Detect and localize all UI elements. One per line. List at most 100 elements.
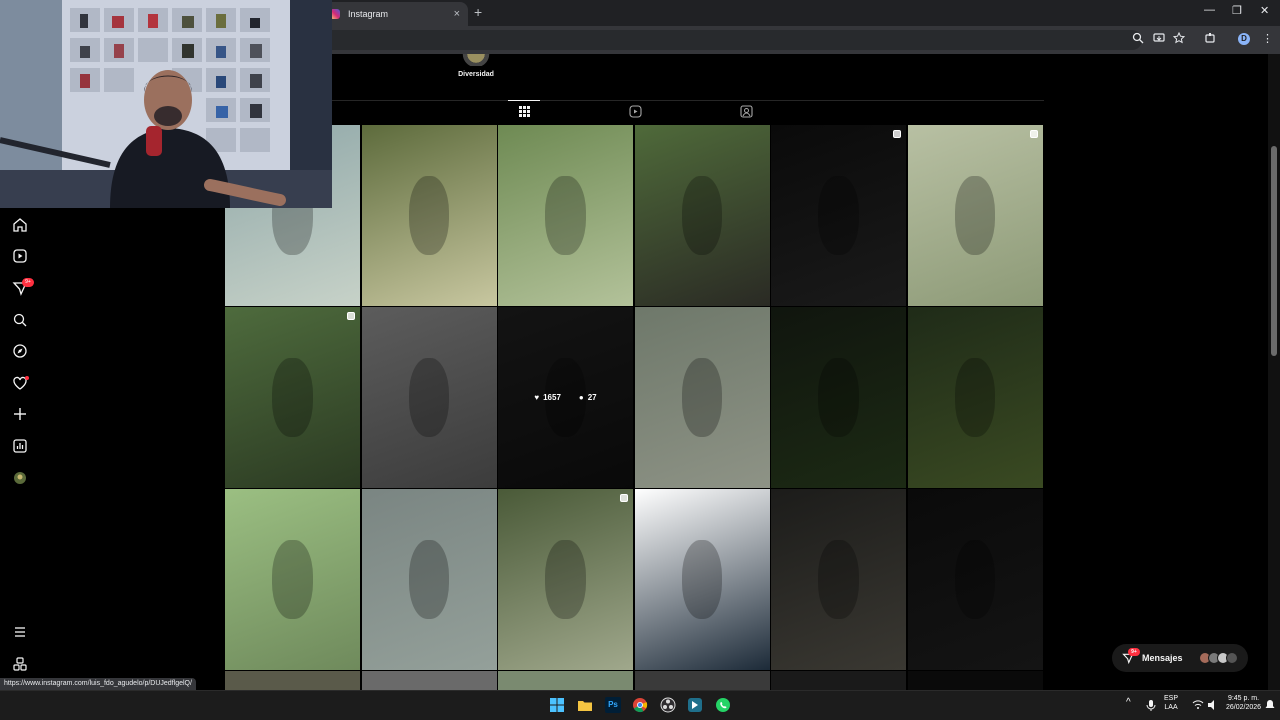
post-tile[interactable] [907, 671, 1043, 691]
zoom-icon[interactable] [1132, 32, 1144, 44]
search-icon[interactable] [12, 312, 28, 328]
post-tile[interactable] [361, 671, 497, 691]
post-subject [818, 357, 859, 438]
carousel-icon [893, 130, 901, 138]
post-tile[interactable] [634, 489, 770, 670]
post-tile[interactable] [225, 489, 360, 670]
install-app-icon[interactable] [1153, 32, 1165, 44]
file-explorer-icon[interactable] [577, 697, 593, 713]
photoshop-icon[interactable]: Ps [605, 697, 621, 713]
close-tab-icon[interactable]: × [454, 8, 460, 20]
notifications-dot [25, 376, 29, 380]
posts-grid: ♥ 1657 ● 27 [225, 125, 1044, 691]
home-icon[interactable] [12, 217, 28, 233]
minimize-button[interactable]: — [1204, 4, 1215, 16]
post-tile[interactable] [498, 671, 633, 691]
post-tile[interactable] [498, 489, 633, 670]
volume-icon[interactable] [1207, 699, 1219, 711]
clock[interactable]: 9:45 p. m. 26/02/2026 [1226, 694, 1261, 712]
messages-pill-badge: 9+ [1128, 648, 1140, 656]
clock-date: 26/02/2026 [1226, 704, 1262, 711]
carousel-icon [347, 312, 355, 320]
show-hidden-icons-icon[interactable]: ^ [1126, 698, 1131, 708]
post-tile[interactable] [498, 125, 633, 306]
browser-tab-instagram[interactable]: Instagram × [322, 2, 468, 26]
keyboard-layout: LAA [1164, 704, 1178, 711]
messages-pill[interactable]: 9+ Mensajes [1112, 644, 1248, 672]
post-tile[interactable] [225, 307, 360, 488]
post-tile[interactable] [907, 125, 1043, 306]
scrollbar-thumb[interactable] [1271, 146, 1277, 356]
post-tile[interactable]: ♥ 1657 ● 27 [498, 307, 633, 488]
tab-reels[interactable] [619, 105, 651, 125]
tagged-icon [739, 105, 753, 118]
post-tile[interactable] [361, 307, 497, 488]
post-tile[interactable] [907, 307, 1043, 488]
create-icon[interactable] [12, 406, 28, 422]
post-subject [272, 357, 313, 438]
explore-icon[interactable] [12, 343, 28, 359]
profile-icon[interactable] [12, 470, 28, 486]
post-tile[interactable] [361, 489, 497, 670]
post-subject [954, 175, 996, 256]
post-tile[interactable] [225, 671, 360, 691]
tab-title: Instagram [348, 9, 389, 19]
likes-count: 1657 [543, 393, 561, 402]
extensions-icon[interactable] [1204, 32, 1216, 44]
post-subject [545, 539, 586, 620]
post-tile[interactable] [771, 671, 906, 691]
post-subject [681, 175, 723, 256]
language-indicator[interactable]: ESP LAA [1164, 694, 1178, 712]
tab-posts[interactable] [508, 100, 540, 120]
wifi-icon[interactable] [1192, 699, 1204, 711]
post-tile[interactable] [907, 489, 1043, 670]
profile-tabs [225, 100, 1044, 124]
post-tile[interactable] [634, 125, 770, 306]
browser-menu-icon[interactable]: ⋮ [1262, 32, 1273, 45]
dashboard-icon[interactable] [12, 438, 28, 454]
reels-nav-icon[interactable] [12, 248, 28, 264]
comment-icon: ● [578, 393, 584, 402]
webcam-overlay [0, 0, 332, 208]
status-url-bar: https://www.instagram.com/luis_fdo_agude… [0, 678, 196, 690]
post-tile[interactable] [771, 307, 906, 488]
windows-start-icon[interactable] [549, 697, 565, 713]
screen: Instagram × + — ❐ ✕ D ⋮ Diversidad 9+ ♥ … [0, 0, 1280, 720]
post-subject [272, 539, 313, 620]
post-subject [818, 175, 859, 256]
post-tile[interactable] [771, 125, 906, 306]
notification-center-icon[interactable] [1264, 699, 1276, 711]
more-avatars-icon [1226, 652, 1238, 664]
post-tile[interactable] [771, 489, 906, 670]
story-highlight-label[interactable]: Diversidad [440, 71, 512, 78]
post-tile[interactable] [634, 307, 770, 488]
chrome-icon[interactable] [632, 697, 648, 713]
carousel-icon [1029, 130, 1038, 138]
post-subject [818, 539, 859, 620]
bookmark-star-icon[interactable] [1173, 32, 1185, 44]
obs-icon[interactable] [660, 697, 676, 713]
tab-tagged[interactable] [730, 105, 762, 125]
menu-icon[interactable] [12, 624, 28, 640]
post-hover-overlay: ♥ 1657 ● 27 [498, 307, 633, 488]
messages-pill-label: Mensajes [1142, 653, 1183, 663]
messages-badge: 9+ [22, 278, 34, 287]
clock-time: 9:45 p. m. [1227, 695, 1260, 702]
post-subject [408, 175, 450, 256]
new-tab-button[interactable]: + [474, 4, 482, 20]
page-scrollbar[interactable] [1268, 54, 1280, 690]
profile-avatar[interactable]: D [1238, 33, 1250, 45]
also-from-meta-icon[interactable] [12, 656, 28, 672]
webcam-video [0, 0, 332, 208]
microphone-icon[interactable] [1145, 699, 1157, 711]
post-tile[interactable] [634, 671, 770, 691]
maximize-button[interactable]: ❐ [1232, 4, 1242, 17]
close-window-button[interactable]: ✕ [1260, 4, 1269, 17]
reels-icon [628, 105, 642, 118]
address-bar[interactable] [322, 30, 1142, 50]
post-subject [545, 175, 586, 256]
whatsapp-icon[interactable] [715, 697, 731, 713]
app-icon[interactable] [687, 697, 703, 713]
post-tile[interactable] [361, 125, 497, 306]
post-subject [954, 539, 996, 620]
